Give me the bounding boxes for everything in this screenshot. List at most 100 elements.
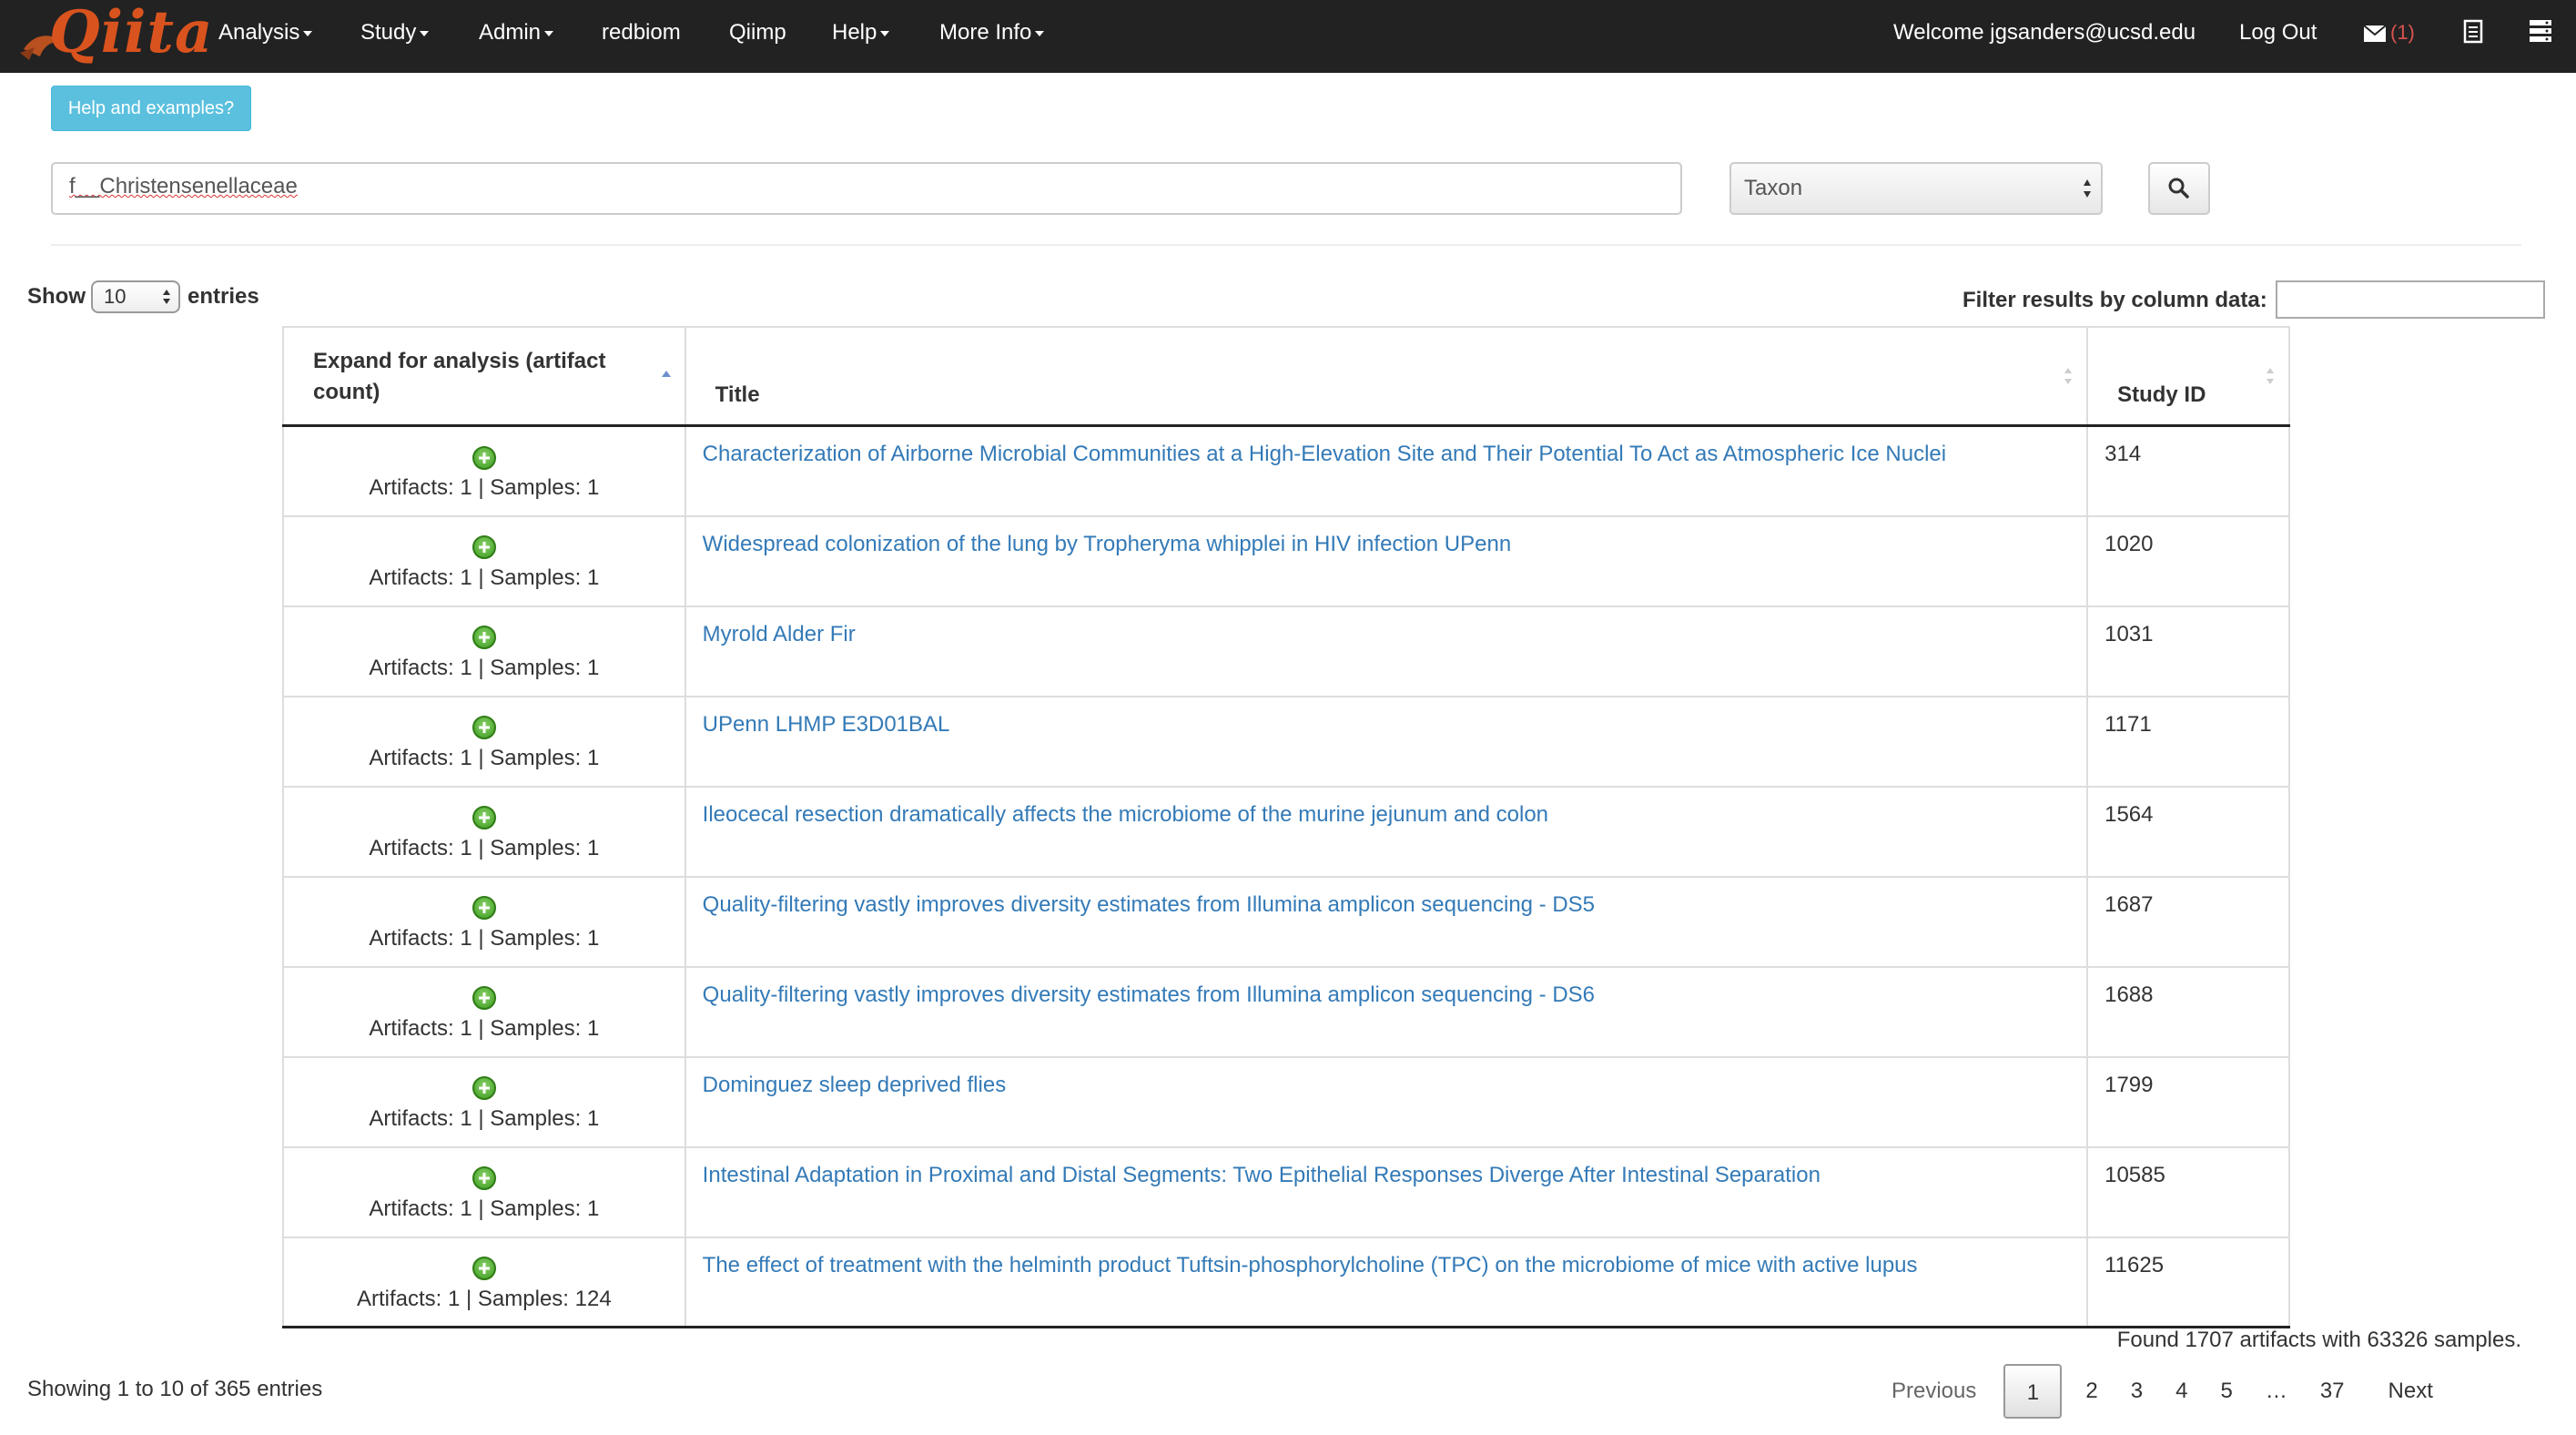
messages-button[interactable]: (1) — [2363, 20, 2415, 46]
expand-cell: Artifacts: 1 | Samples: 1 — [282, 875, 686, 968]
title-cell: Widespread colonization of the lung by T… — [684, 514, 2089, 607]
column-header-expand[interactable]: Expand for analysis (artifact count) — [282, 326, 686, 427]
nav-redbiom-link[interactable]: redbiom — [602, 0, 681, 73]
nav-study-menu[interactable]: Study — [360, 0, 430, 73]
study-title-link[interactable]: Ileocecal resection dramatically affects… — [703, 802, 1548, 827]
expand-plus-icon[interactable] — [472, 535, 496, 560]
expand-plus-icon[interactable] — [472, 1076, 496, 1101]
study-title-link[interactable]: Dominguez sleep deprived flies — [703, 1073, 1007, 1097]
expand-plus-icon[interactable] — [472, 716, 496, 740]
column-header-label: Title — [715, 382, 760, 407]
expand-cell: Artifacts: 1 | Samples: 1 — [282, 514, 686, 607]
previous-page-button[interactable]: Previous — [1875, 1364, 2003, 1419]
title-cell: Myrold Alder Fir — [684, 605, 2089, 697]
envelope-icon — [2363, 24, 2387, 42]
page-button-2[interactable]: 2 — [2069, 1364, 2114, 1419]
page-button-37[interactable]: 37 — [2304, 1364, 2361, 1419]
expand-plus-icon[interactable] — [472, 896, 496, 921]
study-title-link[interactable]: The effect of treatment with the helmint… — [703, 1253, 1918, 1277]
logout-link[interactable]: Log Out — [2239, 0, 2317, 73]
nav-label: More Info — [939, 20, 1032, 45]
nav-admin-menu[interactable]: Admin — [479, 0, 554, 73]
qiita-logo[interactable]: Qiita — [16, 0, 212, 73]
study-title-link[interactable]: UPenn LHMP E3D01BAL — [703, 712, 950, 737]
nav-more-info-menu[interactable]: More Info — [939, 0, 1045, 73]
caret-down-icon — [420, 30, 430, 36]
expand-plus-icon[interactable] — [472, 1257, 496, 1281]
page-button-1[interactable]: 1 — [2003, 1364, 2063, 1419]
search-type-select[interactable]: Taxon — [1729, 162, 2103, 215]
server-button[interactable] — [2529, 18, 2552, 50]
nav-analysis-menu[interactable]: Analysis — [218, 0, 313, 73]
artifact-sample-count: Artifacts: 1 | Samples: 1 — [369, 1015, 600, 1041]
entries-per-page-select[interactable]: 10 — [91, 280, 180, 313]
divider — [51, 244, 2521, 246]
length-suffix-label: entries — [188, 284, 259, 309]
nav-qiimp-link[interactable]: Qiimp — [729, 0, 786, 73]
results-table: Expand for analysis (artifact count) Tit… — [282, 326, 2290, 1328]
next-page-button[interactable]: Next — [2361, 1364, 2449, 1419]
nav-label: redbiom — [602, 20, 681, 45]
expand-plus-icon[interactable] — [472, 626, 496, 650]
study-id-cell: 11625 — [2086, 1236, 2290, 1328]
caret-down-icon — [544, 30, 554, 36]
expand-cell: Artifacts: 1 | Samples: 1 — [282, 1145, 686, 1238]
caret-down-icon — [303, 30, 313, 36]
study-id-cell: 1020 — [2086, 514, 2290, 607]
study-id-cell: 1799 — [2086, 1055, 2290, 1148]
study-title-link[interactable]: Quality-filtering vastly improves divers… — [703, 982, 1595, 1007]
column-header-study-id[interactable]: Study ID — [2086, 326, 2290, 427]
welcome-user-link[interactable]: Welcome jgsanders@ucsd.edu — [1893, 0, 2196, 73]
artifact-sample-count: Artifacts: 1 | Samples: 1 — [369, 565, 600, 590]
study-id-cell: 1688 — [2086, 965, 2290, 1058]
expand-plus-icon[interactable] — [472, 445, 496, 470]
table-row: Artifacts: 1 | Samples: 1 Quality-filter… — [282, 875, 2290, 968]
page-button-4[interactable]: 4 — [2159, 1364, 2204, 1419]
study-title-link[interactable]: Characterization of Airborne Microbial C… — [703, 442, 1946, 466]
table-row: Artifacts: 1 | Samples: 1 Dominguez slee… — [282, 1055, 2290, 1148]
study-id-cell: 1031 — [2086, 605, 2290, 697]
page-button-5[interactable]: 5 — [2204, 1364, 2248, 1419]
page-ellipsis: … — [2265, 1379, 2287, 1403]
sort-both-icon — [2064, 368, 2073, 384]
study-title-link[interactable]: Widespread colonization of the lung by T… — [703, 532, 1512, 556]
search-button[interactable] — [2148, 162, 2210, 215]
expand-plus-icon[interactable] — [472, 806, 496, 830]
study-id-cell: 10585 — [2086, 1145, 2290, 1238]
search-type-value: Taxon — [1744, 176, 1803, 200]
page-button-3[interactable]: 3 — [2115, 1364, 2159, 1419]
title-cell: UPenn LHMP E3D01BAL — [684, 695, 2089, 788]
select-arrows-icon — [163, 290, 170, 304]
column-header-title[interactable]: Title — [684, 326, 2089, 427]
table-row: Artifacts: 1 | Samples: 1 Characterizati… — [282, 424, 2290, 517]
study-id-cell: 1171 — [2086, 695, 2290, 788]
clipboard-button[interactable] — [2463, 18, 2483, 50]
expand-cell: Artifacts: 1 | Samples: 1 — [282, 605, 686, 697]
table-row: Artifacts: 1 | Samples: 1 Intestinal Ada… — [282, 1145, 2290, 1238]
nav-label: Study — [360, 20, 417, 45]
study-id-cell: 1564 — [2086, 785, 2290, 878]
expand-plus-icon[interactable] — [472, 986, 496, 1011]
caret-down-icon — [1035, 30, 1045, 36]
artifact-sample-count: Artifacts: 1 | Samples: 1 — [369, 1105, 600, 1131]
server-icon — [2530, 20, 2551, 42]
study-title-link[interactable]: Quality-filtering vastly improves divers… — [703, 892, 1595, 917]
clipboard-icon — [2463, 19, 2483, 44]
column-header-label: Expand for analysis (artifact count) — [313, 349, 606, 404]
title-cell: Ileocecal resection dramatically affects… — [684, 785, 2089, 878]
table-row: Artifacts: 1 | Samples: 1 Quality-filter… — [282, 965, 2290, 1058]
help-examples-button[interactable]: Help and examples? — [51, 86, 251, 131]
title-cell: Characterization of Airborne Microbial C… — [684, 424, 2089, 517]
search-input[interactable] — [51, 162, 1682, 215]
study-title-link[interactable]: Intestinal Adaptation in Proximal and Di… — [703, 1163, 1820, 1187]
filter-input[interactable] — [2276, 280, 2545, 319]
expand-plus-icon[interactable] — [472, 1166, 496, 1191]
expand-cell: Artifacts: 1 | Samples: 1 — [282, 965, 686, 1058]
study-id-cell: 1687 — [2086, 875, 2290, 968]
nav-help-menu[interactable]: Help — [832, 0, 890, 73]
study-title-link[interactable]: Myrold Alder Fir — [703, 622, 856, 646]
caret-down-icon — [880, 30, 890, 36]
sort-ascending-icon — [661, 371, 671, 377]
artifact-sample-count: Artifacts: 1 | Samples: 1 — [369, 475, 600, 500]
title-cell: Quality-filtering vastly improves divers… — [684, 965, 2089, 1058]
